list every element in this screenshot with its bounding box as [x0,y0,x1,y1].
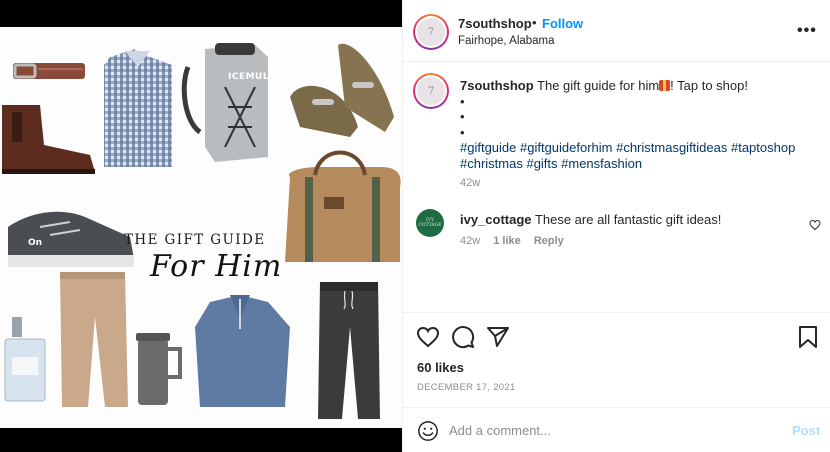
chelsea-boot-product [2,105,95,174]
share-icon[interactable] [486,325,510,349]
caption-body-end: ! Tap to shop! [670,78,748,93]
post-date[interactable]: DECEMBER 17, 2021 [417,382,516,393]
loafers-product [290,43,394,137]
caption-username[interactable]: 7southshop [460,78,534,93]
commenter-avatar-text: IVY COTTAGE [418,218,442,228]
duffle-bag-product [285,150,401,262]
comment-icon[interactable] [451,325,475,349]
gift-emoji-icon [659,80,671,91]
post-image[interactable]: ICEMULE On THE GIFT GUIDE For Him [0,27,402,428]
add-comment-bar: Post [403,407,830,452]
likes-count[interactable]: 60 likes [417,360,464,375]
caption-bullet: • [460,124,465,140]
header-username[interactable]: 7southshop [458,16,532,31]
avatar-text: 7 [417,77,445,105]
product-collage: ICEMULE On [2,43,401,419]
commenter-username[interactable]: ivy_cottage [460,212,532,227]
caption-text: 7southshop The gift guide for him ! Tap t… [460,78,822,171]
post-actions: 60 likes DECEMBER 17, 2021 [403,312,830,407]
comment-input[interactable] [449,418,769,442]
post-image-panel[interactable]: ICEMULE On THE GIFT GUIDE For Him [0,0,402,452]
emoji-icon[interactable] [417,420,439,442]
cooler-brand-text: ICEMULE [228,72,276,82]
sneaker-brand-text: On [28,238,42,248]
caption-body-start: The gift guide for him [533,78,660,93]
bookmark-icon[interactable] [797,325,819,349]
sneaker-product: On [8,211,134,267]
caption-bullet: • [460,93,465,109]
caption-hashtags[interactable]: #giftguide #giftguideforhim #christmasgi… [460,140,795,171]
post-comment-button[interactable]: Post [792,423,820,438]
caption-timestamp[interactable]: 42w [460,177,480,189]
post-location[interactable]: Fairhope, Alabama [458,35,555,47]
gift-guide-script: For Him [150,249,283,284]
post-details-panel: 7 7southshop • Follow Fairhope, Alabama … [402,0,830,452]
comment-item: IVY COTTAGE ivy_cottage These are all fa… [403,204,830,254]
khaki-pants-product [60,272,128,407]
follow-button[interactable]: Follow [542,16,583,31]
header-separator: • [532,15,537,30]
cologne-bottle-product [4,317,46,402]
profile-avatar[interactable]: 7 [413,14,449,50]
caption-section: 7 7southshop The gift guide for him ! Tap… [403,62,830,312]
cooler-backpack-product: ICEMULE [181,43,276,162]
joggers-product [318,282,380,419]
comment-body: These are all fantastic gift ideas! [534,212,722,227]
quarter-zip-product [195,295,290,407]
gift-guide-title: THE GIFT GUIDE [124,232,266,248]
caption-avatar[interactable]: 7 [413,73,449,109]
comment-meta: 42w 1 like Reply [460,235,574,247]
tumbler-product [136,333,182,405]
comment-reply-button[interactable]: Reply [534,235,564,247]
commenter-avatar[interactable]: IVY COTTAGE [416,209,444,237]
comment-timestamp[interactable]: 42w [460,235,480,247]
more-options-icon[interactable]: ••• [797,22,817,40]
comment-text: ivy_cottage These are all fantastic gift… [460,212,721,227]
comment-like-heart-icon[interactable] [809,219,821,231]
gingham-shirt-product [104,49,172,167]
belt-product [13,63,85,79]
caption-bullet: • [460,109,465,124]
comment-like-count[interactable]: 1 like [493,235,521,247]
avatar-text: 7 [417,18,445,46]
post-header: 7 7southshop • Follow Fairhope, Alabama … [403,0,830,62]
heart-icon[interactable] [416,325,440,349]
